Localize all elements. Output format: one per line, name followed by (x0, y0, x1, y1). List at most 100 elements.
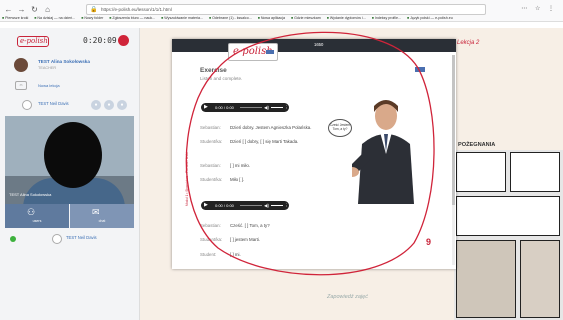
student-avatar-icon (22, 100, 32, 110)
audio-time: 0:00 / 0:00 (215, 203, 234, 208)
student-avatar-icon (52, 234, 62, 244)
tab-label: chat (98, 219, 106, 223)
textbook-right-column: Lekcja 2 (457, 40, 563, 140)
mic-icon[interactable]: ● (91, 100, 101, 110)
bookmark-item[interactable]: Indeksy profile... (372, 16, 401, 20)
face-redaction (44, 122, 102, 188)
modal-scrollbar[interactable] (452, 55, 455, 265)
dialogue-line: Sebastian: Dzień dobry. Jestem Agnieszka … (200, 125, 311, 130)
new-lesson-link[interactable]: Nowa lekcja (38, 83, 60, 88)
bookmark-item[interactable]: Język polski — e-polish.eu (407, 16, 453, 20)
comic-panel (456, 196, 560, 236)
play-icon[interactable]: ▶ (204, 103, 208, 112)
volume-icon[interactable]: ◀) (264, 201, 269, 210)
dialogue-text: Miło [ ]. (230, 177, 245, 182)
online-status-icon (10, 236, 16, 242)
footer-text: Zapowiedź zajęć (327, 294, 368, 300)
video-label: TEST Alina Sokołowska (9, 192, 52, 197)
exercise-modal: 1650 e-polish Moduł 1 • Słownictwo • Pie… (172, 39, 456, 269)
tab-label: users (32, 219, 42, 223)
browser-toolbar: ← → ↻ ⌂ 🔒 https://e-polish.eu/lesson/1/1… (0, 0, 563, 22)
student-name[interactable]: TEST Neil Davis (66, 235, 97, 240)
home-icon[interactable]: ⌂ (43, 5, 52, 14)
scrollbar-thumb[interactable] (452, 55, 455, 205)
dialogue-line: Student/ka: Dzień [ ] dobry, [ ] się Mart… (200, 139, 298, 144)
exercise-number: 1650 (314, 42, 324, 47)
audio-player[interactable]: ▶ 0:00 / 0:00 ◀) ⋮ (201, 103, 289, 112)
camera-icon[interactable]: ● (104, 100, 114, 110)
forward-icon[interactable]: → (17, 5, 26, 14)
reload-icon[interactable]: ↻ (30, 5, 39, 14)
businessman-illustration (352, 100, 414, 204)
exercise-title: Exercise (200, 67, 227, 74)
record-button[interactable] (118, 35, 129, 46)
audio-progress[interactable] (240, 107, 262, 108)
bookmark-item[interactable]: Odebrane (1) - kssalco... (209, 16, 252, 20)
back-icon[interactable]: ← (4, 5, 13, 14)
avatar (14, 58, 28, 72)
dialogue-line: Student: [ ] mi. (200, 252, 241, 257)
unit-text: Moduł 1 • Słownictwo • Pierwsze kroki (185, 152, 189, 206)
exercise-instructions: Listen and complete. (200, 76, 243, 81)
student-row: TEST Neil Davis ● ● ● (0, 98, 139, 112)
video-feed: TEST Alina Sokołowska (5, 116, 134, 204)
audio-player[interactable]: ▶ 0:00 / 0:00 ◀) ⋮ (201, 201, 289, 210)
dialogue-text: Cześć. [ ] Tom, a ty? (230, 223, 270, 228)
photo-panel (456, 240, 516, 318)
volume-slider[interactable] (271, 205, 283, 206)
speaker-label: Sebastian: (200, 163, 221, 168)
bookmark-item[interactable]: Nowy folder (81, 16, 103, 20)
bookmarks-bar: Pierwsze kroki Na dzisiaj — na dzień... … (0, 14, 563, 22)
comic-panel (456, 152, 506, 192)
more-icon[interactable]: ⋮ (284, 103, 289, 112)
dialogue-line: Sebastian: Cześć. [ ] Tom, a ty? (200, 223, 270, 228)
online-student-row: TEST Neil Davis (0, 232, 139, 246)
modal-logo: e-polish (228, 43, 278, 61)
bookmark-item[interactable]: Gdzie mieszkam (291, 16, 321, 20)
classroom-sidebar: e-polish 0:20:09 TEST Alina Sokołowska T… (0, 28, 140, 320)
app-logo: e-polish (17, 36, 49, 47)
dialogue-text: [ ] jestem Marti. (230, 237, 261, 242)
speaker-label: Student: (200, 252, 217, 257)
speaker-label: Student/ka: (200, 139, 223, 144)
play-icon[interactable]: ▶ (204, 201, 208, 210)
bookmark-item[interactable]: Nowa aplikacja (258, 16, 285, 20)
speaker-label: Student/ka: (200, 177, 223, 182)
student-name[interactable]: TEST Neil Davis (38, 101, 69, 106)
comic-illustration (454, 150, 563, 320)
dialogue-text: Dzień dobry. Jestem Agnieszka Polańska. (230, 125, 312, 130)
audio-time: 0:00 / 0:00 (215, 105, 234, 110)
bookmark-item[interactable]: Wydanie dyplomów i... (327, 16, 366, 20)
flag-icon (266, 50, 274, 54)
bookmark-item[interactable]: Pierwsze kroki (2, 16, 28, 20)
dialogue-line: Student/ka: [ ] jestem Marti. (200, 237, 260, 242)
browser-actions[interactable]: ⋯ ☆ ⋮ (521, 5, 557, 12)
teacher-role: TEACHER (38, 66, 57, 70)
speaker-label: Student/ka: (200, 237, 223, 242)
volume-icon[interactable]: ◀) (264, 103, 269, 112)
chat-icon: ✉ (92, 207, 100, 217)
bookmark-item[interactable]: Na dzisiaj — na dzień... (34, 16, 75, 20)
bookmark-item[interactable]: Wyszukiwanie materia... (161, 16, 203, 20)
speaker-label: Sebastian: (200, 223, 221, 228)
unit-strip: Moduł 1 • Słownictwo • Pierwsze kroki (182, 69, 189, 269)
more-icon[interactable]: ⋮ (284, 201, 289, 210)
speech-bubble: Cześć Jestem Tom, a ty? (328, 119, 352, 137)
speaker-label: Sebastian: (200, 125, 221, 130)
language-flag-icon[interactable] (415, 67, 425, 72)
lesson-timer: 0:20:09 (83, 36, 117, 45)
dialogue-line: Student/ka: Miło [ ]. (200, 177, 244, 182)
page-number: 9 (426, 237, 432, 247)
volume-slider[interactable] (271, 107, 283, 108)
sidebar-tabs: ⚇ users ✉ chat (5, 204, 134, 228)
bookmark-item[interactable]: Zgłoszenia biuro — nauk... (109, 16, 155, 20)
tab-users[interactable]: ⚇ users (5, 204, 69, 228)
users-icon: ⚇ (27, 207, 36, 217)
dialogue-text: [ ] mi miło. (230, 163, 251, 168)
tab-chat[interactable]: ✉ chat (70, 204, 134, 228)
page-heading: Lekcja 2 (457, 40, 480, 46)
audio-progress[interactable] (240, 205, 262, 206)
teacher-name: TEST Alina Sokołowska (38, 59, 90, 64)
settings-icon[interactable]: ● (117, 100, 127, 110)
photo-panel (520, 240, 560, 318)
